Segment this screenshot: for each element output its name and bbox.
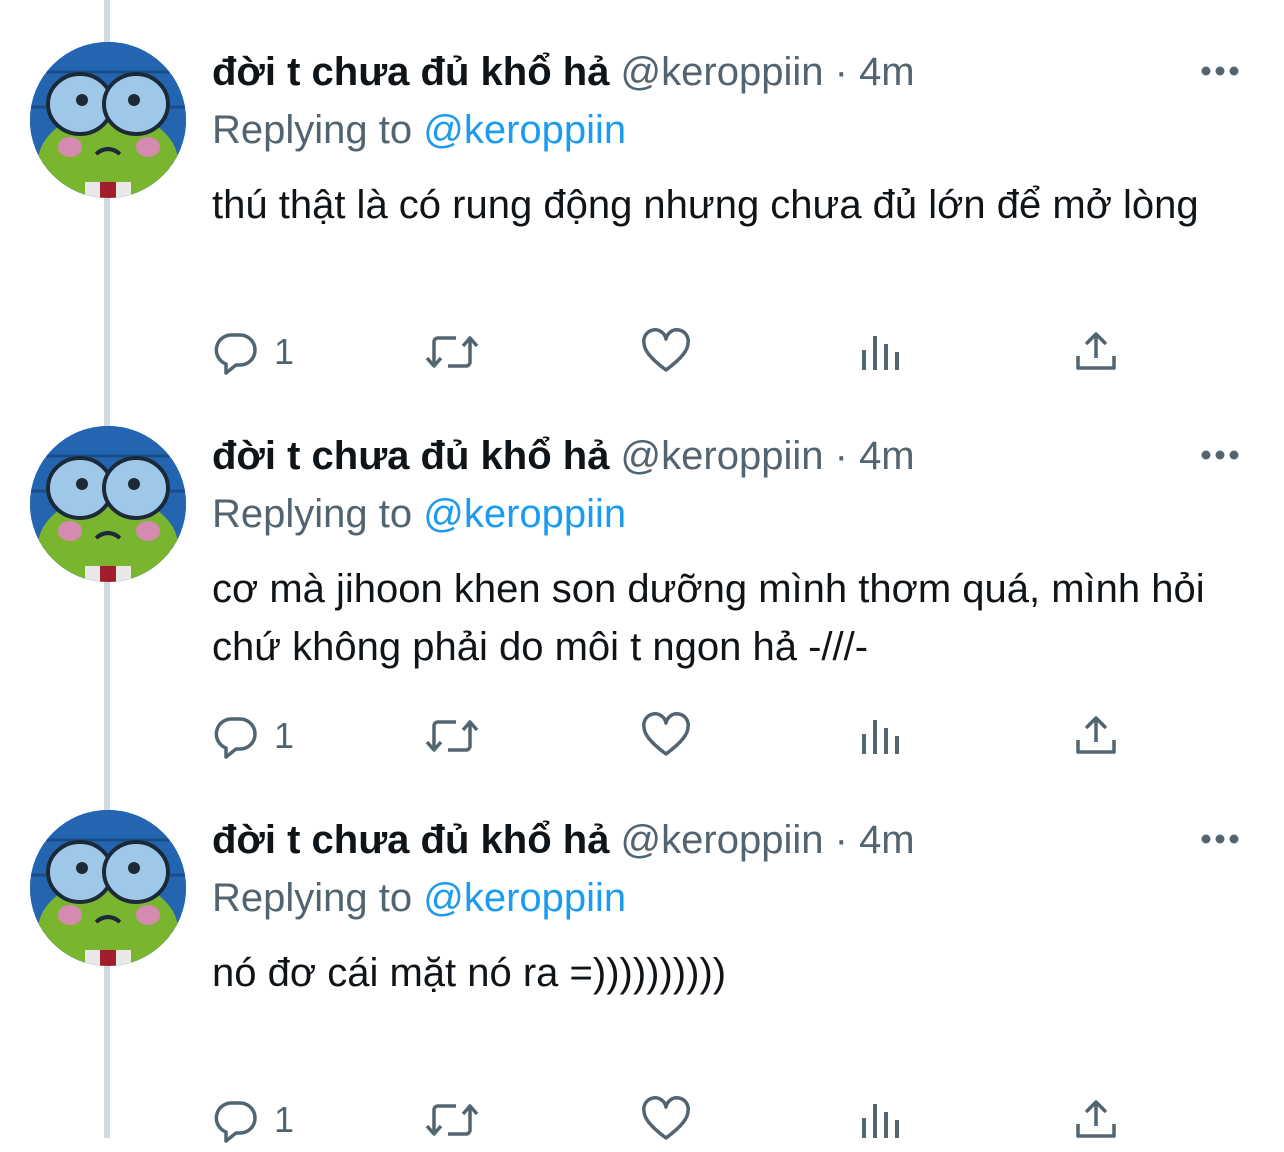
keroppi-avatar-image	[30, 426, 186, 582]
more-horizontal-icon	[1201, 66, 1239, 76]
reply-button[interactable]: 1	[212, 326, 294, 378]
tweet-item[interactable]: đời t chưa đủ khổ hả @keroppiin · 4m Rep…	[0, 0, 1284, 384]
share-button[interactable]	[1072, 710, 1120, 762]
retweet-icon	[425, 720, 479, 752]
tweet-item[interactable]: đời t chưa đủ khổ hả @keroppiin · 4m Rep…	[0, 768, 1284, 1152]
tweet-text: thú thật là có rung động nhưng chưa đủ l…	[212, 183, 1199, 227]
like-button[interactable]	[640, 326, 692, 378]
display-name[interactable]: đời t chưa đủ khổ hả	[212, 434, 609, 478]
replying-to-mention-link[interactable]: @keroppiin	[423, 492, 626, 536]
timestamp[interactable]: 4m	[859, 818, 915, 862]
avatar[interactable]	[30, 42, 186, 198]
tweet-action-bar: 1	[212, 710, 1172, 762]
separator-dot: ·	[834, 818, 848, 862]
replying-to-line: Replying to @keroppiin	[212, 104, 626, 156]
keroppi-avatar-image	[30, 42, 186, 198]
tweet-text: cơ mà jihoon khen son dưỡng mình thơm qu…	[212, 567, 1205, 669]
more-horizontal-icon	[1201, 834, 1239, 844]
like-button[interactable]	[640, 710, 692, 762]
analytics-icon	[862, 1104, 899, 1138]
replying-to-mention-link[interactable]: @keroppiin	[423, 108, 626, 152]
reply-bubble-icon	[214, 333, 257, 375]
tweet-action-bar: 1	[212, 1094, 1172, 1146]
replying-to-label: Replying to	[212, 876, 413, 920]
share-button[interactable]	[1072, 1094, 1120, 1146]
views-button[interactable]	[858, 326, 902, 378]
replying-to-line: Replying to @keroppiin	[212, 488, 626, 540]
share-upload-icon	[1076, 716, 1116, 754]
retweet-icon	[425, 1104, 479, 1136]
timestamp[interactable]: 4m	[859, 434, 915, 478]
tweet-header: đời t chưa đủ khổ hả @keroppiin · 4m	[212, 430, 915, 482]
reply-button[interactable]: 1	[212, 1094, 294, 1146]
like-button[interactable]	[640, 1094, 692, 1146]
share-button[interactable]	[1072, 326, 1120, 378]
tweet-item[interactable]: đời t chưa đủ khổ hả @keroppiin · 4m Rep…	[0, 384, 1284, 768]
separator-dot: ·	[834, 434, 848, 478]
tweet-action-bar: 1	[212, 326, 1172, 378]
replying-to-label: Replying to	[212, 492, 413, 536]
retweet-button[interactable]	[424, 326, 480, 378]
share-upload-icon	[1076, 1100, 1116, 1138]
reply-button[interactable]: 1	[212, 710, 294, 762]
retweet-button[interactable]	[424, 1094, 480, 1146]
reply-count: 1	[274, 331, 295, 372]
share-upload-icon	[1076, 332, 1116, 370]
analytics-icon	[862, 336, 899, 370]
keroppi-avatar-image	[30, 810, 186, 966]
display-name[interactable]: đời t chưa đủ khổ hả	[212, 818, 609, 862]
display-name[interactable]: đời t chưa đủ khổ hả	[212, 50, 609, 94]
analytics-icon	[862, 720, 899, 754]
more-horizontal-icon	[1201, 450, 1239, 460]
separator-dot: ·	[834, 50, 848, 94]
user-handle[interactable]: @keroppiin	[621, 50, 824, 94]
tweet-header: đời t chưa đủ khổ hả @keroppiin · 4m	[212, 46, 915, 98]
retweet-button[interactable]	[424, 710, 480, 762]
views-button[interactable]	[858, 1094, 902, 1146]
reply-bubble-icon	[214, 717, 257, 759]
heart-icon	[642, 1096, 690, 1140]
more-options-button[interactable]	[1198, 824, 1242, 854]
tweet-text: nó đơ cái mặt nó ra =))))))))))	[212, 951, 727, 995]
replying-to-label: Replying to	[212, 108, 413, 152]
avatar[interactable]	[30, 810, 186, 966]
user-handle[interactable]: @keroppiin	[621, 434, 824, 478]
reply-bubble-icon	[214, 1101, 257, 1143]
avatar[interactable]	[30, 426, 186, 582]
views-button[interactable]	[858, 710, 902, 762]
timestamp[interactable]: 4m	[859, 50, 915, 94]
more-options-button[interactable]	[1198, 440, 1242, 470]
reply-count: 1	[274, 1099, 295, 1140]
replying-to-mention-link[interactable]: @keroppiin	[423, 876, 626, 920]
tweet-header: đời t chưa đủ khổ hả @keroppiin · 4m	[212, 814, 915, 866]
more-options-button[interactable]	[1198, 56, 1242, 86]
user-handle[interactable]: @keroppiin	[621, 818, 824, 862]
replying-to-line: Replying to @keroppiin	[212, 872, 626, 924]
heart-icon	[642, 712, 690, 756]
retweet-icon	[425, 336, 479, 368]
heart-icon	[642, 328, 690, 372]
reply-count: 1	[274, 715, 295, 756]
